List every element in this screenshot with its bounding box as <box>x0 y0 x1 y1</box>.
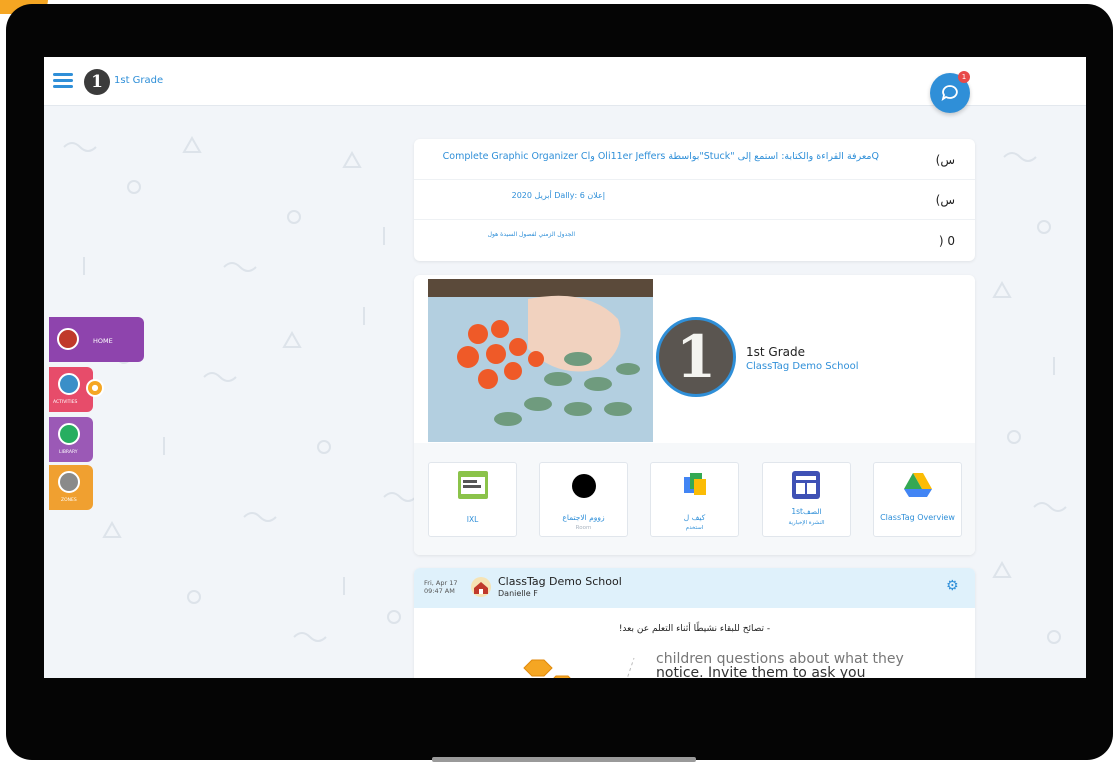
app-label: 1stالصف <box>791 507 822 516</box>
zoom-icon <box>571 473 597 503</box>
class-photo <box>428 279 653 442</box>
announcement-mark: ) 0 <box>938 234 955 248</box>
announcement-text[interactable]: Qمعرفة القراءة والكتابة: استمع إلى "Stuc… <box>443 151 879 162</box>
post-author[interactable]: Danielle F <box>498 589 538 598</box>
list-item[interactable]: Qمعرفة القراءة والكتابة: استمع إلى "Stuc… <box>414 139 975 180</box>
app-screen: 1 1st Grade 1 HOME ACTIVITIES ● LIBRARY … <box>44 57 1086 678</box>
class-title[interactable]: 1st Grade <box>746 345 805 359</box>
app-sublabel: استخدم <box>685 525 704 531</box>
newsletter-icon <box>792 471 820 503</box>
post-image-line: children questions about what they <box>656 651 904 667</box>
app-label: زووم الاجتماع <box>562 513 605 522</box>
announcement-text[interactable]: إعلان 6 :Dally أبريل 2020 <box>512 191 605 200</box>
globe-icon <box>58 373 80 395</box>
docs-icon <box>684 473 706 501</box>
sidebar-item-label: ZONES <box>61 498 77 503</box>
app-label: ClassTag Overview <box>880 513 955 522</box>
app-tile-how-to[interactable]: كيف ل استخدم <box>650 462 739 537</box>
class-name[interactable]: 1st Grade <box>114 75 163 86</box>
sidebar-item-label: HOME <box>93 337 113 345</box>
sidebar-item-label: LIBRARY <box>59 450 78 455</box>
ixl-icon <box>458 471 488 503</box>
app-tile-zoom[interactable]: زووم الاجتماع Room <box>539 462 628 537</box>
globe-icon <box>58 471 80 493</box>
post-image-line: notice. Invite them to ask you <box>656 665 866 678</box>
sidebar-item-home[interactable]: HOME <box>49 317 144 362</box>
home-icon <box>57 328 79 350</box>
post-date: Fri, Apr 17 09:47 AM <box>424 579 457 595</box>
app-label: كيف ل <box>683 513 706 522</box>
laptop-hinge <box>432 757 696 762</box>
sidebar-item-library[interactable]: LIBRARY <box>49 417 93 462</box>
top-bar: 1 1st Grade <box>44 57 1086 106</box>
sidebar-item-label: ACTIVITIES <box>53 400 78 405</box>
list-item[interactable]: الجدول الزمني لفصول السيدة هول ) 0 <box>414 219 975 261</box>
app-tile-ixl[interactable]: IXL <box>428 462 517 537</box>
app-sublabel: النشرة الإخبارية <box>788 520 825 526</box>
app-tile-newsletter[interactable]: 1stالصف النشرة الإخبارية <box>762 462 851 537</box>
class-logo: 1 <box>84 69 110 95</box>
school-name[interactable]: ClassTag Demo School <box>746 361 859 372</box>
post-image-text: children questions about what they notic… <box>656 652 904 678</box>
gear-icon[interactable]: ⚙ <box>946 578 959 594</box>
list-item[interactable]: إعلان 6 :Dally أبريل 2020 (س <box>414 179 975 220</box>
notification-badge: 1 <box>958 71 970 83</box>
globe-icon <box>58 423 80 445</box>
announcements-card: Qمعرفة القراءة والكتابة: استمع إلى "Stuc… <box>414 139 975 261</box>
post-header: Fri, Apr 17 09:47 AM ClassTag Demo Schoo… <box>414 568 975 608</box>
post-school[interactable]: ClassTag Demo School <box>498 575 622 588</box>
app-links: IXL زووم الاجتماع Room كيف ل استخدم 1stا… <box>414 443 975 555</box>
post-date-day: Fri, Apr 17 <box>424 579 458 587</box>
post-illustration <box>514 648 644 678</box>
announcement-mark: (س <box>935 193 955 207</box>
bell-icon[interactable]: ● <box>86 379 104 397</box>
app-label: IXL <box>466 515 479 524</box>
sidebar-item-zones[interactable]: ZONES <box>49 465 93 510</box>
post-card: Fri, Apr 17 09:47 AM ClassTag Demo Schoo… <box>414 568 975 678</box>
app-tile-classtag-overview[interactable]: ClassTag Overview <box>873 462 962 537</box>
school-icon <box>470 576 492 602</box>
class-card: 1 1st Grade ClassTag Demo School IXL زوو… <box>414 275 975 555</box>
announcement-text[interactable]: الجدول الزمني لفصول السيدة هول <box>488 231 575 238</box>
post-date-time: 09:47 AM <box>424 587 455 595</box>
class-avatar: 1 <box>656 317 736 397</box>
app-sublabel: Room <box>575 525 592 531</box>
menu-icon[interactable] <box>53 73 73 89</box>
announcement-mark: (س <box>935 153 955 167</box>
drive-icon <box>904 473 932 501</box>
post-title: - تصائح للبقاء نشيطًا أثناء التعلم عن بع… <box>618 624 771 634</box>
